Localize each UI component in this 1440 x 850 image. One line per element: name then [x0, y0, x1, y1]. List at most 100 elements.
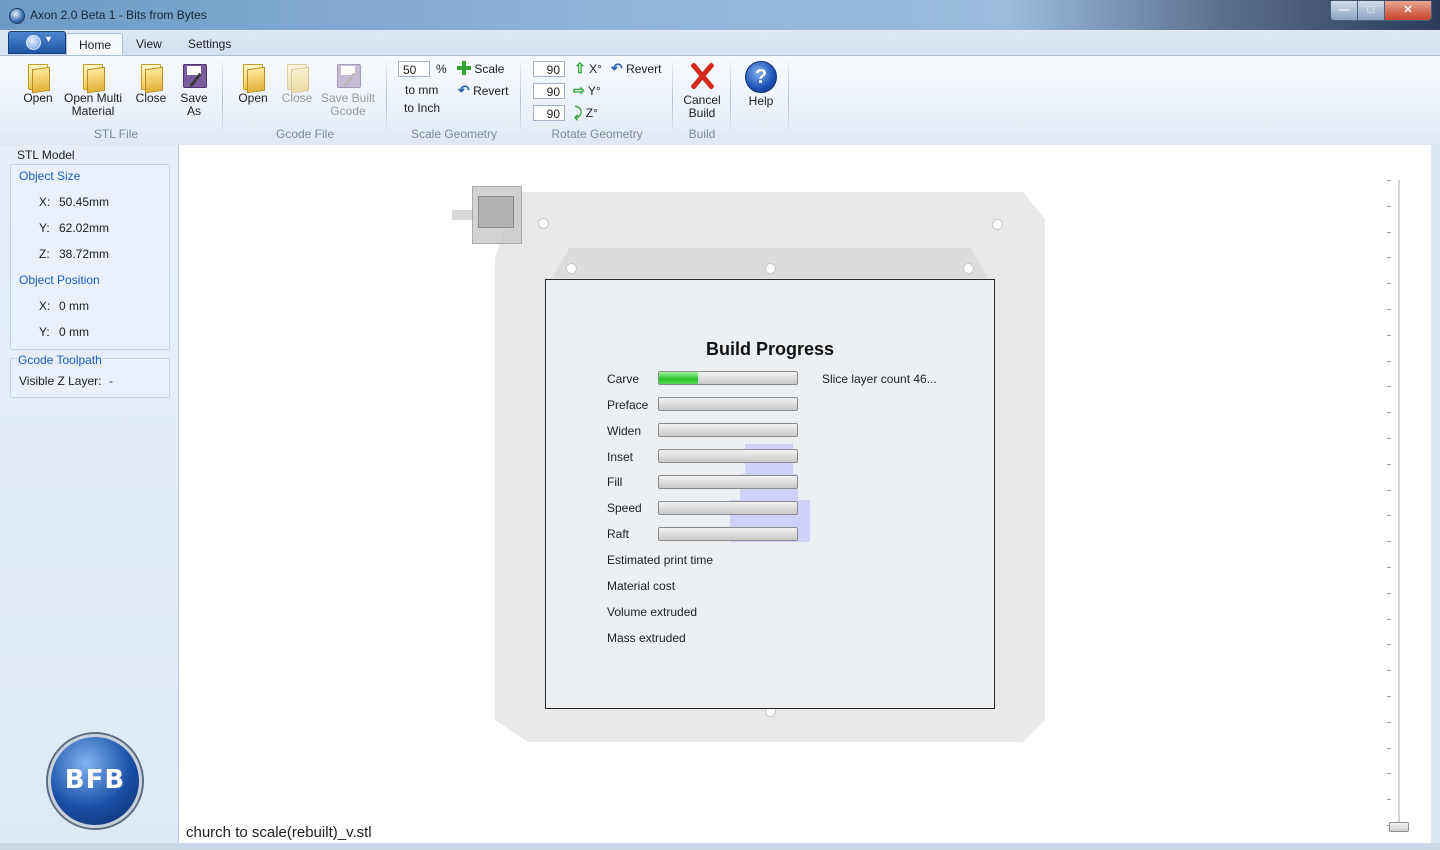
folder-icon — [241, 62, 265, 90]
size-z-value: 38.72mm — [59, 247, 110, 261]
rotate-z-label: Z° — [585, 106, 598, 120]
rotate-y-input[interactable]: 90 — [533, 83, 565, 99]
tab-home[interactable]: Home — [66, 33, 123, 56]
bfb-logo: BFB — [48, 734, 142, 828]
slider-tick — [1387, 619, 1391, 620]
rotate-geometry-group-label: Rotate Geometry — [551, 127, 643, 141]
help-button[interactable]: ? Help — [742, 60, 780, 108]
raft-label: Raft — [607, 527, 630, 541]
plus-icon — [457, 61, 471, 75]
loaded-filename: church to scale(rebuilt)_v.stl — [186, 824, 372, 841]
rotate-z-button[interactable]: ⤸ Z° — [574, 104, 598, 121]
slider-tick — [1387, 412, 1391, 413]
widen-label: Widen — [607, 424, 642, 438]
slider-tick — [1387, 386, 1391, 387]
gcode-open-button[interactable]: Open — [234, 60, 272, 105]
volume-extruded-label: Volume extruded — [607, 605, 698, 619]
carve-label: Carve — [607, 372, 640, 386]
mass-extruded-label: Mass extruded — [607, 631, 686, 645]
scale-revert-button[interactable]: ↶ Revert — [458, 82, 508, 99]
bed-mount-hole — [765, 263, 776, 274]
rotate-x-input[interactable]: 90 — [533, 61, 565, 77]
slice-status-text: Slice layer count 46... — [822, 372, 937, 386]
layer-slider-thumb[interactable] — [1389, 822, 1409, 832]
close-button[interactable]: ✕ — [1384, 1, 1432, 21]
bed-mount-hole — [992, 219, 1003, 230]
help-icon: ? — [745, 61, 777, 93]
scale-button[interactable]: Scale — [457, 61, 504, 76]
slider-tick — [1387, 644, 1391, 645]
minimize-button[interactable]: — — [1330, 1, 1358, 21]
size-z-label: Z: — [39, 247, 50, 261]
speed-progress-bar — [658, 501, 798, 515]
window-title: Axon 2.0 Beta 1 - Bits from Bytes — [30, 8, 207, 22]
open-multi-material-button[interactable]: Open Multi Material — [60, 60, 126, 118]
fill-label: Fill — [607, 475, 623, 489]
gcode-close-label: Close — [281, 91, 313, 105]
scale-percent-input[interactable]: 50 — [398, 61, 430, 77]
inset-progress-bar — [658, 449, 798, 463]
rotate-x-button[interactable]: ⇧ X° — [574, 60, 602, 77]
slider-tick — [1387, 541, 1391, 542]
fill-progress-bar — [658, 475, 798, 489]
to-mm-button[interactable]: to mm — [405, 83, 438, 97]
tab-settings[interactable]: Settings — [176, 33, 243, 55]
stl-model-title: STL Model — [17, 148, 75, 162]
rotate-revert-button[interactable]: ↶ Revert — [611, 60, 661, 77]
rotate-revert-label: Revert — [626, 62, 662, 76]
save-as-button[interactable]: Save As — [175, 60, 213, 118]
bed-clip — [452, 186, 522, 244]
arrow-curve-icon: ⤸ — [574, 104, 583, 120]
stl-close-label: Close — [135, 91, 167, 105]
arrow-up-icon: ⇧ — [574, 60, 586, 76]
scale-geometry-group-label: Scale Geometry — [410, 127, 498, 141]
inset-label: Inset — [607, 450, 634, 464]
bed-mount-hole — [538, 218, 549, 229]
ribbon-separator — [520, 62, 521, 138]
slider-tick — [1387, 773, 1391, 774]
preface-progress-bar — [658, 397, 798, 411]
slider-tick — [1387, 257, 1391, 258]
cancel-icon — [686, 60, 718, 92]
widen-progress-bar — [658, 423, 798, 437]
arrow-right-icon: ⇨ — [573, 82, 585, 98]
speed-label: Speed — [607, 501, 642, 515]
bed-mount-hole — [566, 263, 577, 274]
slider-tick — [1387, 464, 1391, 465]
tab-view[interactable]: View — [124, 33, 174, 55]
rotate-y-button[interactable]: ⇨ Y° — [573, 82, 601, 99]
maximize-button[interactable]: □ — [1357, 1, 1385, 21]
gcode-close-button[interactable]: Close — [277, 60, 317, 105]
chevron-down-icon: ▼ — [44, 34, 53, 44]
size-x-label: X: — [39, 195, 51, 209]
save-as-label: Save As — [180, 91, 208, 118]
material-cost-label: Material cost — [607, 579, 676, 593]
stl-open-button[interactable]: Open — [19, 60, 57, 105]
cancel-build-label: Cancel Build — [683, 93, 721, 120]
ribbon-separator — [386, 62, 387, 138]
slider-tick — [1387, 748, 1391, 749]
to-inch-button[interactable]: to Inch — [404, 101, 440, 115]
save-built-gcode-button[interactable]: Save Built Gcode — [319, 60, 377, 118]
slider-tick — [1387, 567, 1391, 568]
pos-y-label: Y: — [39, 325, 50, 339]
slider-tick — [1387, 490, 1391, 491]
folder-icon — [285, 62, 309, 90]
scale-revert-label: Revert — [473, 84, 509, 98]
rotate-z-input[interactable]: 90 — [533, 105, 565, 121]
ribbon-separator — [730, 62, 731, 138]
folder-icon — [139, 62, 163, 90]
raft-progress-bar — [658, 527, 798, 541]
scale-label: Scale — [474, 62, 505, 76]
application-menu-button[interactable]: ▼ — [8, 31, 66, 54]
size-y-label: Y: — [39, 221, 50, 235]
app-icon — [9, 8, 25, 24]
slider-tick — [1387, 799, 1391, 800]
stl-file-group-label: STL File — [93, 127, 139, 141]
save-icon — [181, 62, 207, 90]
layer-slider-track[interactable] — [1398, 180, 1400, 828]
stl-close-button[interactable]: Close — [132, 60, 170, 105]
size-x-value: 50.45mm — [59, 195, 110, 209]
pos-y-value: 0 mm — [59, 325, 89, 339]
cancel-build-button[interactable]: Cancel Build — [679, 60, 725, 120]
